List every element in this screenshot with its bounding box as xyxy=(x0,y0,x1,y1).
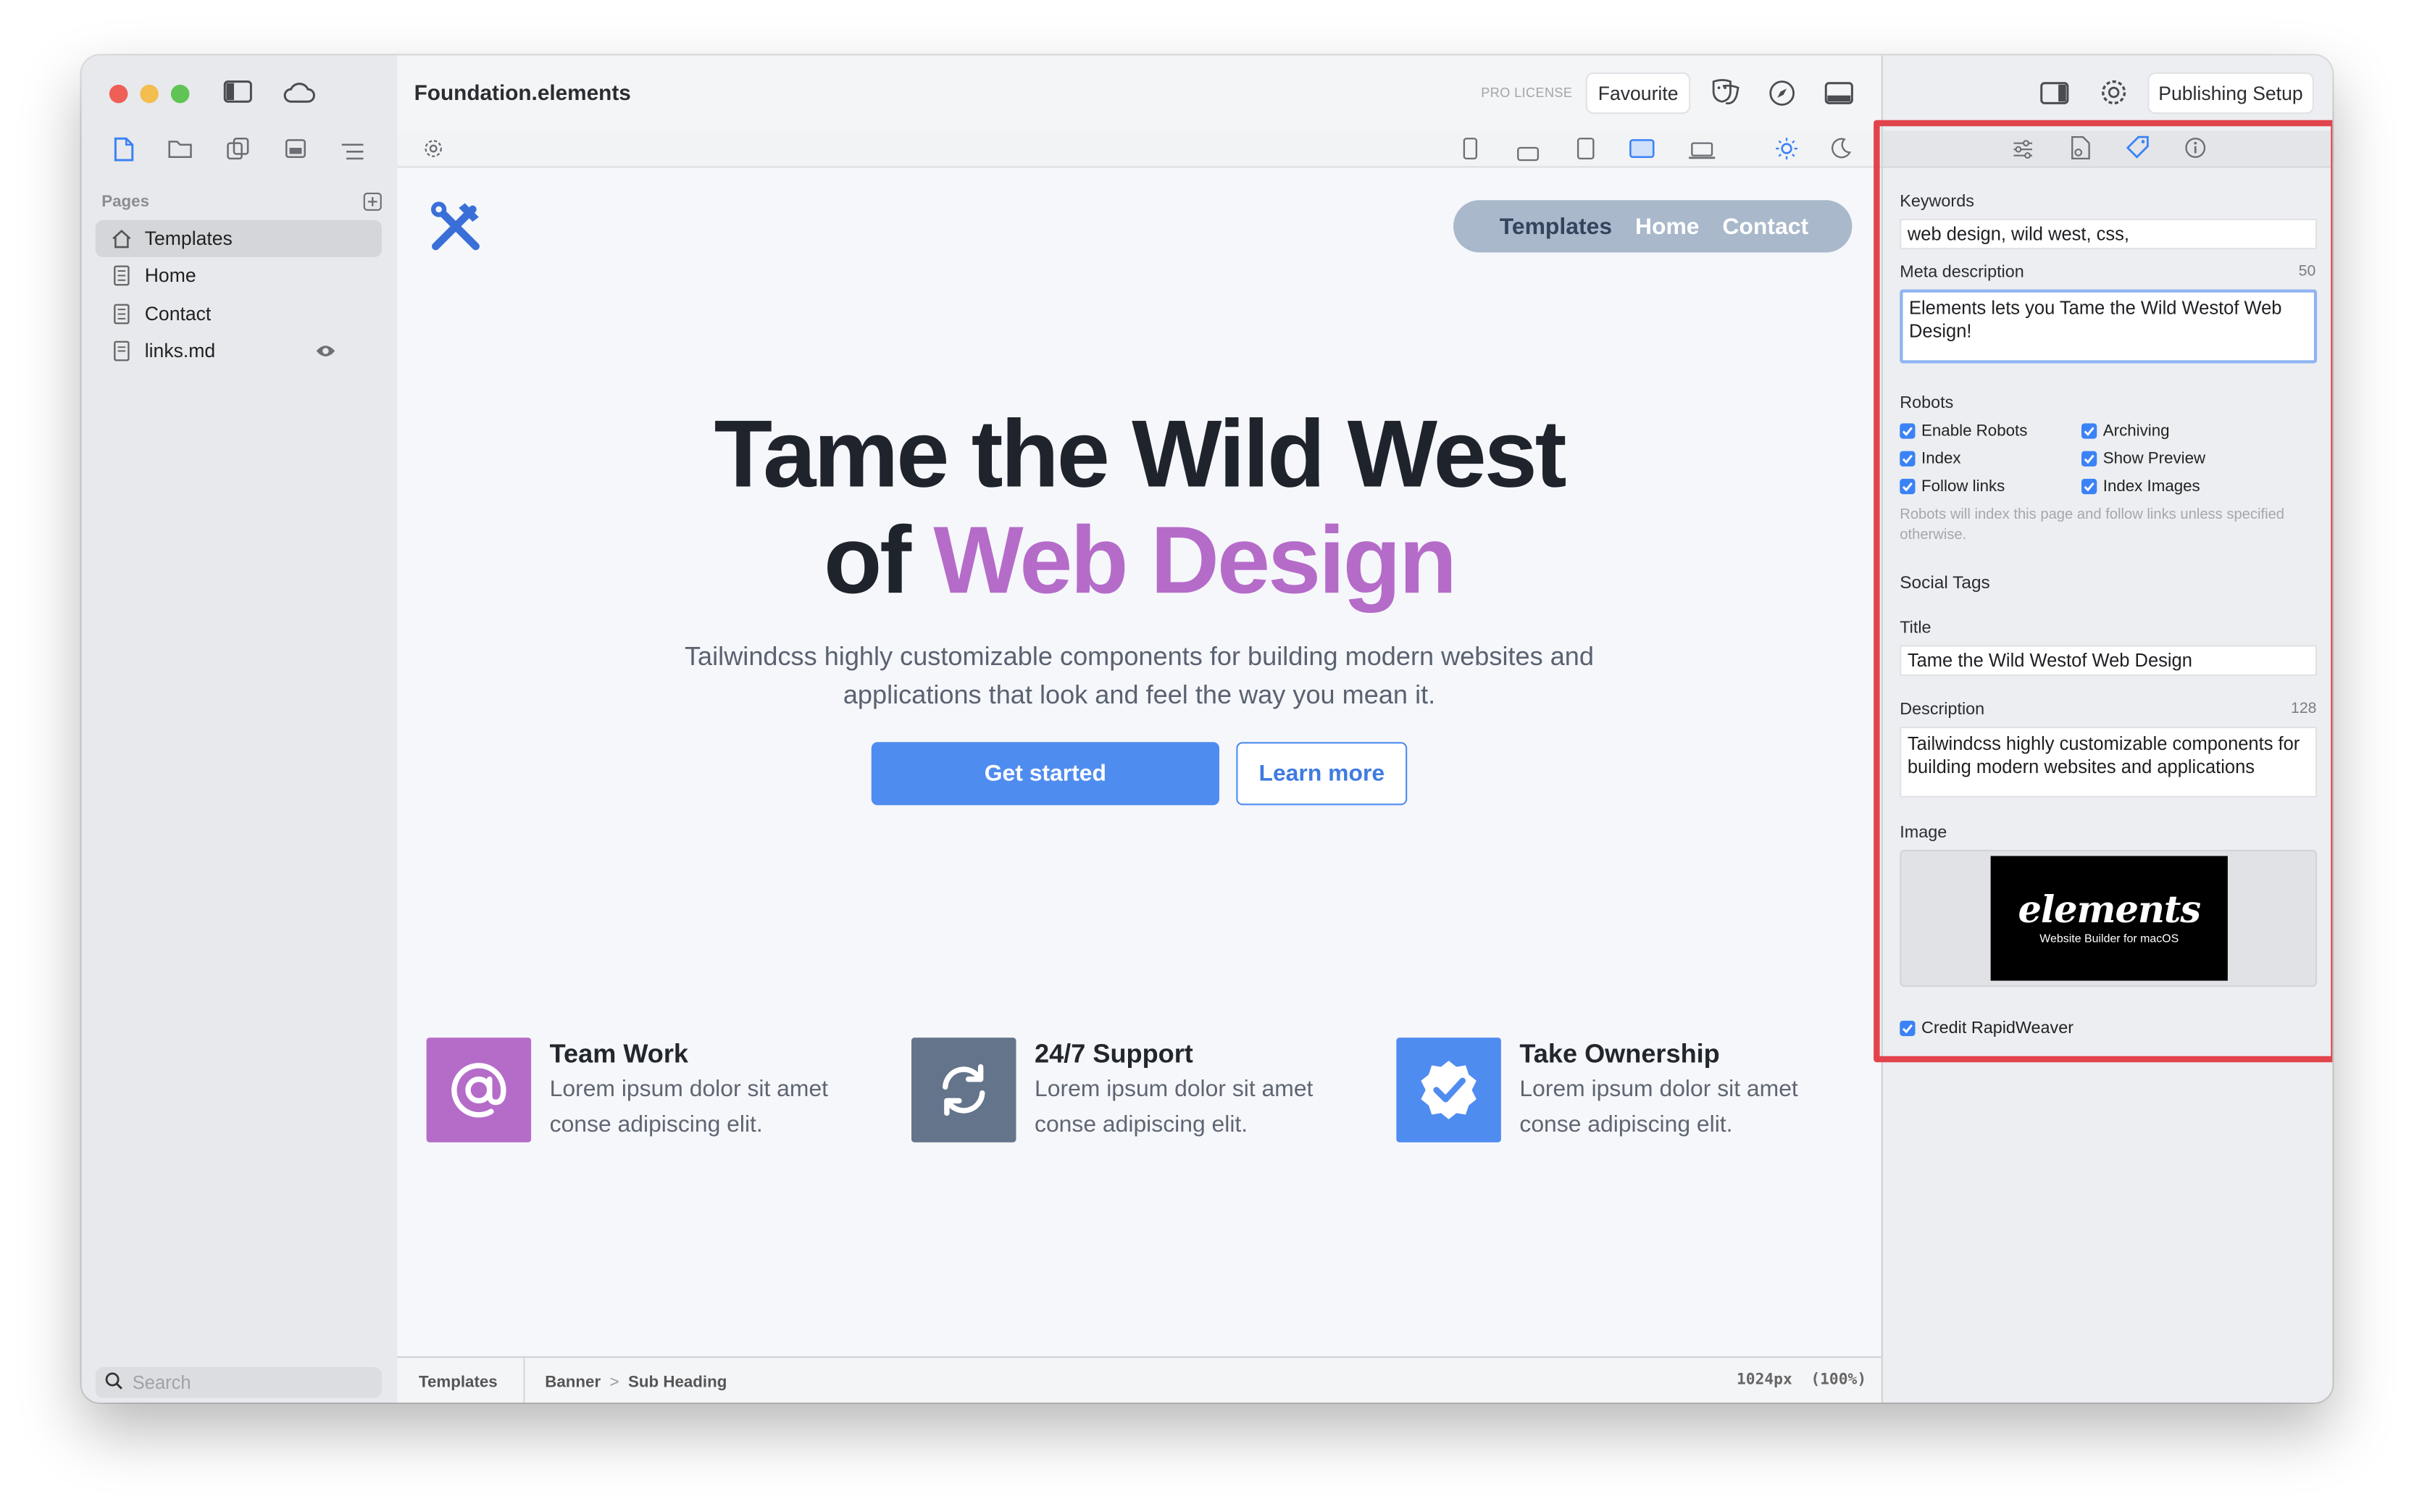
hero-heading-line2: of Web Design xyxy=(397,509,1882,614)
preview-toolbar xyxy=(397,130,1882,170)
outline-tab-icon[interactable] xyxy=(341,140,365,167)
page-preview: Templates Home Contact Tame the Wild Wes… xyxy=(397,167,1882,1357)
settings-gear-icon[interactable] xyxy=(2100,78,2128,114)
page-icon xyxy=(111,265,133,287)
light-mode-icon[interactable] xyxy=(1775,137,1798,168)
feature-title: 24/7 Support xyxy=(1035,1039,1193,1069)
sidebar-item-contact[interactable]: Contact xyxy=(96,296,382,333)
dark-mode-icon[interactable] xyxy=(1831,137,1853,166)
cloud-icon[interactable] xyxy=(282,82,316,111)
nav-link-home[interactable]: Home xyxy=(1635,213,1700,239)
refresh-icon xyxy=(911,1037,1016,1143)
sidebar-item-label: links.md xyxy=(144,340,216,362)
feature-description-line2: conse adipiscing elit. xyxy=(1519,1111,1733,1138)
feature-description-line2: conse adipiscing elit. xyxy=(1035,1111,1248,1138)
feature-description: Lorem ipsum dolor sit amet conse adipisci… xyxy=(550,1072,889,1143)
sidebar-item-label: Contact xyxy=(144,303,212,325)
breadcrumb-separator: > xyxy=(609,1373,619,1392)
inspector-toggle-icon[interactable] xyxy=(2040,82,2069,113)
image-tab-icon[interactable] xyxy=(285,138,306,166)
feature-description: Lorem ipsum dolor sit amet conse adipisci… xyxy=(1035,1072,1374,1143)
sidebar-toggle-icon[interactable] xyxy=(223,80,252,112)
sidebar-item-label: Home xyxy=(144,264,196,287)
theatre-masks-icon[interactable] xyxy=(1711,78,1742,115)
main-area: Foundation.elements PRO LICENSE Favourit… xyxy=(397,55,1882,1403)
nav-link-templates[interactable]: Templates xyxy=(1500,213,1612,239)
tools-logo-icon xyxy=(430,200,482,260)
folder-tab-icon[interactable] xyxy=(168,138,193,166)
hero-heading-line1: Tame the Wild West xyxy=(714,401,1567,509)
close-window-button[interactable] xyxy=(109,84,128,104)
sidebar-item-home[interactable]: Home xyxy=(96,257,382,294)
feature-description: Lorem ipsum dolor sit amet conse adipisci… xyxy=(1519,1072,1858,1143)
highlight-frame xyxy=(1874,120,2333,1063)
feature-description-line2: conse adipiscing elit. xyxy=(549,1111,763,1138)
add-page-icon[interactable] xyxy=(363,191,383,219)
favourite-button[interactable]: Favourite xyxy=(1585,72,1691,114)
home-icon xyxy=(111,228,133,250)
hero-heading-of: of xyxy=(823,508,934,614)
hero-heading-accent: Web Design xyxy=(933,508,1457,614)
tablet-landscape-preview-icon[interactable] xyxy=(1629,138,1655,166)
feature-support: 24/7 Support Lorem ipsum dolor sit amet c… xyxy=(911,1037,1374,1145)
status-divider xyxy=(523,1358,525,1403)
verified-badge-icon xyxy=(1396,1037,1501,1143)
status-bar: Templates Banner > Sub Heading 1024px (1… xyxy=(397,1356,1882,1403)
get-started-button[interactable]: Get started xyxy=(871,742,1219,806)
breadcrumb-sub-heading[interactable]: Sub Heading xyxy=(628,1374,727,1392)
search-placeholder: Search xyxy=(132,1371,191,1394)
sidebar-search[interactable]: Search xyxy=(95,1367,382,1398)
license-label: PRO LICENSE xyxy=(1481,84,1573,101)
feature-description-line1: Lorem ipsum dolor sit amet xyxy=(1035,1076,1314,1103)
sidebar-item-templates[interactable]: Templates xyxy=(95,220,382,257)
window-title: Foundation.elements xyxy=(414,80,631,105)
app-window: Pages Templates Home Contact links.md Se… xyxy=(81,55,2333,1403)
feature-title: Take Ownership xyxy=(1519,1039,1720,1069)
hero-subheading-line1: Tailwindcss highly customizable componen… xyxy=(684,642,1595,672)
eye-icon[interactable] xyxy=(316,342,336,364)
copy-tab-icon[interactable] xyxy=(226,137,249,168)
status-page[interactable]: Templates xyxy=(419,1374,498,1392)
sidebar-item-label: Templates xyxy=(144,227,233,250)
phone-preview-icon[interactable] xyxy=(1463,137,1478,168)
hero-subheading-line2: applications that look and feel the way … xyxy=(843,680,1436,710)
feature-description-line1: Lorem ipsum dolor sit amet xyxy=(1519,1076,1798,1103)
zoom-window-button[interactable] xyxy=(170,84,190,104)
compass-icon[interactable] xyxy=(1769,80,1795,114)
tablet-preview-icon[interactable] xyxy=(1576,137,1595,168)
feature-team-work: Team Work Lorem ipsum dolor sit amet cons… xyxy=(426,1037,889,1145)
feature-description-line1: Lorem ipsum dolor sit amet xyxy=(549,1076,829,1103)
breadcrumb-banner[interactable]: Banner xyxy=(545,1374,601,1392)
nav-link-contact[interactable]: Contact xyxy=(1722,213,1808,239)
feature-title: Team Work xyxy=(549,1039,689,1069)
bottom-panel-icon[interactable] xyxy=(1824,82,1853,113)
gear-icon[interactable] xyxy=(423,138,443,166)
learn-more-button[interactable]: Learn more xyxy=(1236,742,1408,806)
minimize-window-button[interactable] xyxy=(140,84,159,104)
pages-section-label: Pages xyxy=(101,192,149,212)
titlebar: Foundation.elements PRO LICENSE Favourit… xyxy=(397,55,1882,133)
phone-landscape-preview-icon[interactable] xyxy=(1516,142,1540,170)
sidebar-item-links-md[interactable]: links.md xyxy=(96,333,382,369)
viewport-size: 1024px (100%) xyxy=(1737,1371,1867,1389)
document-icon xyxy=(111,341,133,362)
search-icon xyxy=(105,1371,124,1394)
feature-ownership: Take Ownership Lorem ipsum dolor sit ame… xyxy=(1396,1037,1858,1145)
sidebar: Pages Templates Home Contact links.md Se… xyxy=(81,55,399,1403)
laptop-preview-icon[interactable] xyxy=(1687,140,1716,167)
at-sign-icon xyxy=(426,1037,532,1143)
pages-tab-icon[interactable] xyxy=(112,137,134,170)
page-icon xyxy=(111,304,133,325)
publishing-setup-button[interactable]: Publishing Setup xyxy=(2147,72,2314,114)
site-nav: Templates Home Contact xyxy=(1453,200,1853,253)
